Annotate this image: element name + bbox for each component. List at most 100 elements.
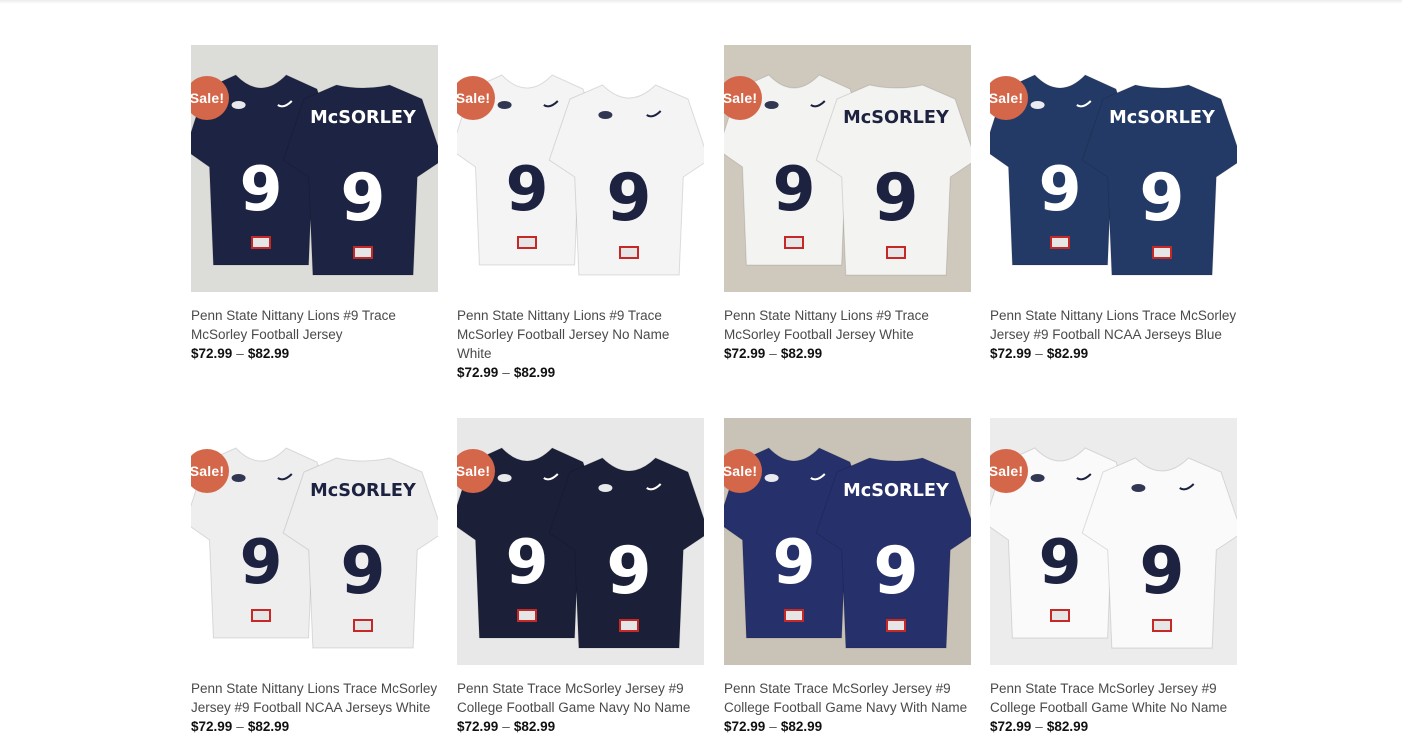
product-card[interactable]: 9 McSORLEY 9 Sale! Penn State Nittany Lion… — [990, 45, 1237, 363]
product-image[interactable]: 9 McSORLEY 9 Sale! — [724, 45, 971, 292]
jersey-photo: 9 McSORLEY 9 — [990, 45, 1237, 292]
price-max: $82.99 — [1046, 719, 1089, 734]
price-separator: – — [236, 719, 244, 734]
player-name-text: McSORLEY — [1109, 108, 1215, 128]
product-card[interactable]: 99 Sale! Penn State Trace McSorley Jerse… — [457, 418, 704, 736]
product-title[interactable]: Penn State Trace McSorley Jersey #9 Coll… — [990, 679, 1237, 717]
jersey-number-text: 9 — [1139, 161, 1184, 236]
player-name-text: McSORLEY — [310, 481, 416, 501]
product-image[interactable]: 9 McSORLEY 9 Sale! — [191, 45, 438, 292]
price-max: $82.99 — [247, 719, 290, 734]
product-image[interactable]: 99 Sale! — [990, 418, 1237, 665]
team-logo-icon — [497, 101, 512, 109]
player-name-text: McSORLEY — [310, 108, 416, 128]
jersey-photo: 99 — [990, 418, 1237, 665]
jersey-number-text: 9 — [240, 526, 283, 598]
jersey-number-text: 9 — [873, 161, 918, 236]
jersey-tag-icon — [353, 619, 373, 632]
price-min: $72.99 — [724, 346, 766, 361]
jersey-number-text: 9 — [873, 534, 918, 609]
jersey-photo: 9 McSORLEY 9 — [724, 45, 971, 292]
product-title[interactable]: Penn State Nittany Lions #9 Trace McSorl… — [457, 306, 704, 363]
jersey-tag-icon — [517, 609, 537, 622]
jersey-tag-icon — [517, 236, 537, 249]
price-separator: – — [1035, 719, 1043, 734]
jersey-tag-icon — [251, 236, 271, 249]
jersey-number-text: 9 — [506, 526, 549, 598]
price-max: $82.99 — [513, 719, 556, 734]
price-separator: – — [1035, 346, 1043, 361]
jersey-number-text: 9 — [773, 153, 816, 225]
jersey-number-text: 9 — [1039, 153, 1082, 225]
jersey-photo: 9 McSORLEY 9 — [724, 418, 971, 665]
price-max: $82.99 — [780, 346, 823, 361]
team-logo-icon — [497, 474, 512, 482]
jersey-number-text: 9 — [240, 153, 283, 225]
product-price: $72.99– $82.99 — [191, 717, 438, 736]
jersey-photo: 99 — [457, 418, 704, 665]
product-card[interactable]: 9 McSORLEY 9 Sale! Penn State Trace McSorl… — [724, 418, 971, 736]
jersey-photo: 99 — [457, 45, 704, 292]
product-price: $72.99– $82.99 — [724, 344, 971, 363]
product-price: $72.99– $82.99 — [990, 717, 1237, 736]
jersey-tag-icon — [1152, 619, 1172, 632]
team-logo-icon — [598, 484, 613, 492]
jersey-tag-icon — [886, 619, 906, 632]
product-price: $72.99– $82.99 — [724, 717, 971, 736]
product-title[interactable]: Penn State Trace McSorley Jersey #9 Coll… — [457, 679, 704, 717]
product-title[interactable]: Penn State Nittany Lions #9 Trace McSorl… — [191, 306, 438, 344]
jersey-tag-icon — [619, 619, 639, 632]
price-separator: – — [502, 719, 510, 734]
jersey-tag-icon — [886, 246, 906, 259]
product-title[interactable]: Penn State Nittany Lions #9 Trace McSorl… — [724, 306, 971, 344]
product-image[interactable]: 99 Sale! — [457, 45, 704, 292]
price-min: $72.99 — [724, 719, 766, 734]
team-logo-icon — [1131, 484, 1146, 492]
product-price: $72.99– $82.99 — [990, 344, 1237, 363]
jersey-tag-icon — [1152, 246, 1172, 259]
price-separator: – — [769, 346, 777, 361]
product-price: $72.99– $82.99 — [457, 363, 704, 382]
jersey-tag-icon — [784, 236, 804, 249]
team-logo-icon — [764, 474, 779, 482]
jersey-tag-icon — [1050, 236, 1070, 249]
product-card[interactable]: 99 Sale! Penn State Nittany Lions #9 Tra… — [457, 45, 704, 382]
product-title[interactable]: Penn State Nittany Lions Trace McSorley … — [191, 679, 438, 717]
product-card[interactable]: 9 McSORLEY 9 Sale! Penn State Nittany Lion… — [724, 45, 971, 363]
jersey-number-text: 9 — [606, 161, 651, 236]
jersey-tag-icon — [619, 246, 639, 259]
product-image[interactable]: 9 McSORLEY 9 Sale! — [724, 418, 971, 665]
jersey-tag-icon — [784, 609, 804, 622]
price-max: $82.99 — [1046, 346, 1089, 361]
jersey-tag-icon — [353, 246, 373, 259]
jersey-number-text: 9 — [773, 526, 816, 598]
product-card[interactable]: 99 Sale! Penn State Trace McSorley Jerse… — [990, 418, 1237, 736]
price-separator: – — [502, 365, 510, 380]
product-title[interactable]: Penn State Trace McSorley Jersey #9 Coll… — [724, 679, 971, 717]
price-min: $72.99 — [990, 719, 1032, 734]
team-logo-icon — [231, 101, 246, 109]
jersey-number-text: 9 — [606, 534, 651, 609]
team-logo-icon — [231, 474, 246, 482]
jersey-number-text: 9 — [1139, 534, 1184, 609]
price-max: $82.99 — [247, 346, 290, 361]
product-image[interactable]: 9 McSORLEY 9 Sale! — [191, 418, 438, 665]
product-image[interactable]: 9 McSORLEY 9 Sale! — [990, 45, 1237, 292]
product-title[interactable]: Penn State Nittany Lions Trace McSorley … — [990, 306, 1237, 344]
product-price: $72.99– $82.99 — [457, 717, 704, 736]
jersey-photo: 9 McSORLEY 9 — [191, 45, 438, 292]
price-max: $82.99 — [780, 719, 823, 734]
price-separator: – — [769, 719, 777, 734]
jersey-number-text: 9 — [1039, 526, 1082, 598]
product-card[interactable]: 9 McSORLEY 9 Sale! Penn State Nittany Lion… — [191, 45, 438, 363]
jersey-photo: 9 McSORLEY 9 — [191, 418, 438, 665]
product-image[interactable]: 99 Sale! — [457, 418, 704, 665]
team-logo-icon — [1030, 101, 1045, 109]
header-shadow — [0, 0, 1402, 4]
team-logo-icon — [764, 101, 779, 109]
player-name-text: McSORLEY — [843, 481, 949, 501]
product-card[interactable]: 9 McSORLEY 9 Sale! Penn State Nittany Lion… — [191, 418, 438, 736]
jersey-tag-icon — [1050, 609, 1070, 622]
price-min: $72.99 — [990, 346, 1032, 361]
price-min: $72.99 — [191, 346, 233, 361]
